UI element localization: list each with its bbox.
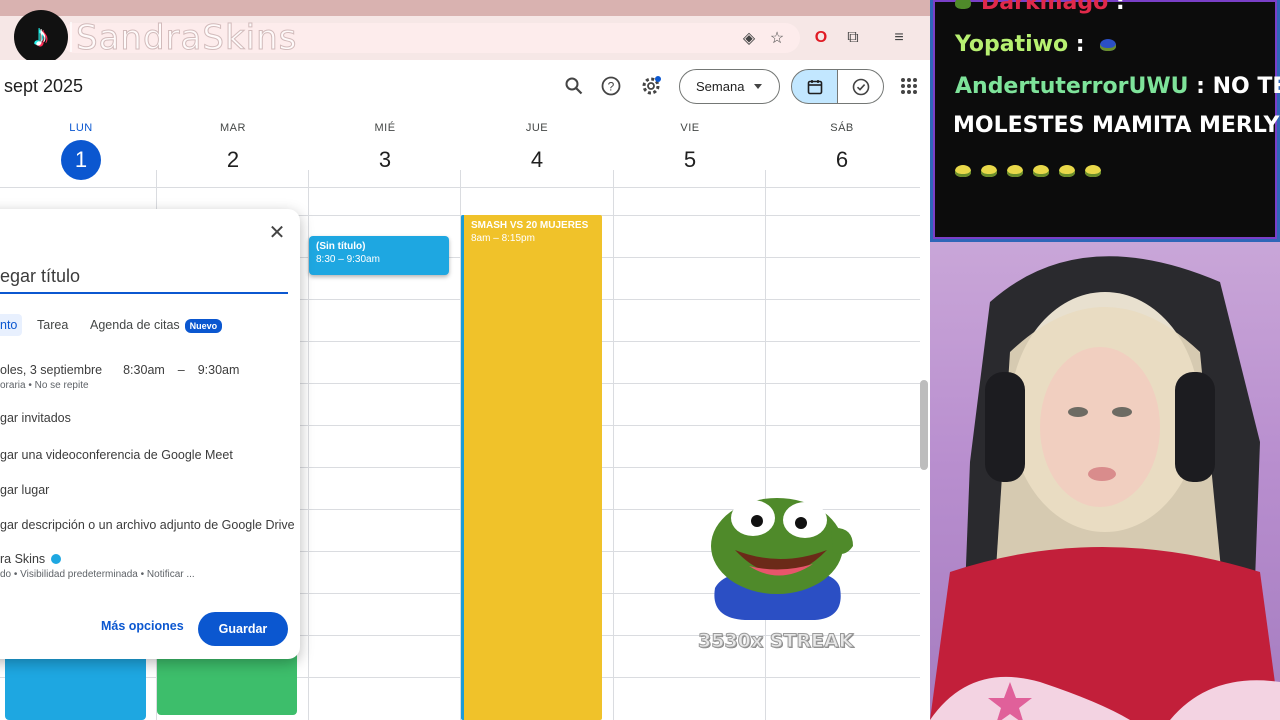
- day-name: SÁB: [830, 122, 854, 134]
- calendar-owner-name: ra Skins: [0, 552, 46, 566]
- chat-message: AndertuterrorUWU : NO TE: [955, 74, 1280, 99]
- current-period: sept 2025: [4, 76, 84, 96]
- chat-message-text: MOLESTES MAMITA MERLY: [953, 113, 1280, 138]
- event-sin-titulo[interactable]: (Sin título) 8:30 – 9:30am: [309, 236, 449, 275]
- new-badge: Nuevo: [184, 319, 223, 333]
- extensions-icon[interactable]: ⧉: [842, 27, 864, 49]
- more-options-button[interactable]: Más opciones: [101, 619, 184, 633]
- stream-chat-panel: Darkmago : Yopatiwo : AndertuterrorUWU :…: [930, 0, 1280, 242]
- event-end: 9:30am: [197, 363, 240, 377]
- event-smash[interactable]: SMASH VS 20 MUJERES 8am – 8:15pm: [461, 215, 602, 720]
- svg-text:?: ?: [608, 80, 615, 94]
- streak-counter: 3530x STREAK: [697, 630, 854, 653]
- peepo-emote-icon: [711, 498, 853, 620]
- event-time: 8:30 – 9:30am: [316, 254, 380, 265]
- apps-grid-icon[interactable]: [901, 78, 917, 94]
- hour-line: [0, 187, 920, 188]
- opera-icon[interactable]: O: [810, 27, 832, 49]
- save-button[interactable]: Guardar: [198, 612, 288, 646]
- help-icon[interactable]: ?: [599, 74, 623, 98]
- streamer-webcam-image: [930, 256, 1280, 720]
- day-name: MIÉ: [374, 122, 396, 134]
- add-meet[interactable]: gar una videoconferencia de Google Meet: [0, 448, 233, 462]
- day-divider: [613, 170, 614, 720]
- tasks-view-toggle[interactable]: [837, 69, 884, 104]
- tab-task[interactable]: Tarea: [37, 314, 68, 336]
- calendar-view-toggle[interactable]: [791, 69, 838, 104]
- event-time: 8am – 8:15pm: [471, 233, 535, 244]
- chat-username: AndertuterrorUWU: [955, 74, 1189, 99]
- tab-appointments-label: Agenda de citas: [90, 318, 180, 332]
- event-date-time[interactable]: oles, 3 septiembre 8:30am – 9:30am: [0, 363, 239, 377]
- add-guests[interactable]: gar invitados: [0, 411, 71, 425]
- chat-emote-icon: [1007, 165, 1023, 177]
- settings-gear-icon[interactable]: [639, 74, 663, 98]
- day-name: LUN: [69, 122, 93, 134]
- chat-separator: :: [1108, 0, 1125, 15]
- day-name: MAR: [220, 122, 246, 134]
- close-icon[interactable]: ✕: [266, 222, 288, 244]
- webcam-feed: [930, 242, 1280, 720]
- tiktok-logo-icon: ♪: [14, 10, 68, 64]
- event-date: oles, 3 septiembre: [0, 363, 103, 377]
- day-name: JUE: [525, 122, 549, 134]
- event-start: 8:30am: [123, 363, 165, 377]
- tab-appointments[interactable]: Agenda de citas Nuevo: [90, 314, 223, 336]
- event-title: SMASH VS 20 MUJERES: [471, 220, 589, 231]
- calendar-owner[interactable]: ra Skins: [0, 552, 62, 566]
- title-input[interactable]: egar título: [0, 266, 288, 294]
- chat-emote-icon: [1033, 165, 1049, 177]
- chat-emote-row: [955, 158, 1111, 183]
- repeat-info: oraria • No se repite: [0, 380, 89, 391]
- event-title: (Sin título): [316, 241, 366, 252]
- grid-scrollbar[interactable]: [920, 380, 928, 470]
- tab-event[interactable]: nto: [0, 314, 22, 336]
- chat-message: Darkmago :: [955, 0, 1125, 15]
- chevron-down-icon: [754, 84, 763, 89]
- chat-emote-icon: [981, 165, 997, 177]
- add-location[interactable]: gar lugar: [0, 483, 49, 497]
- event-blue[interactable]: [5, 650, 146, 720]
- chat-message: Yopatiwo :: [955, 32, 1126, 57]
- chat-emote-icon: [1100, 39, 1117, 51]
- time-dash: –: [177, 363, 185, 377]
- view-selector[interactable]: Semana: [679, 69, 780, 104]
- calendar-icon: [807, 79, 822, 94]
- screen: ◈ ☆ O ⧉ ≡ ♪ SandraSkins sept 2025 ? Sema…: [0, 0, 1280, 720]
- search-icon[interactable]: [562, 74, 586, 98]
- media-controls-icon[interactable]: ≡: [888, 27, 910, 49]
- chat-username: Yopatiwo: [955, 32, 1069, 57]
- chat-username: Darkmago: [981, 0, 1109, 15]
- view-selector-label: Semana: [696, 79, 745, 94]
- bookmark-star-icon[interactable]: ☆: [766, 27, 788, 49]
- calendar-color-dot: [51, 554, 62, 564]
- chat-separator: :: [1068, 32, 1085, 57]
- chat-badge-icon: [955, 0, 971, 9]
- chat-emote-icon: [1085, 165, 1101, 177]
- tab-strip: [0, 0, 930, 16]
- day-name: VIE: [680, 122, 700, 134]
- chat-emote-icon: [1059, 165, 1075, 177]
- chat-separator: :: [1188, 74, 1213, 99]
- task-check-icon: [852, 78, 869, 95]
- streamer-handle: SandraSkins: [69, 18, 298, 59]
- chat-emote-icon: [955, 165, 971, 177]
- visibility-info: do • Visibilidad predeterminada • Notifi…: [0, 569, 195, 580]
- tracking-protection-icon[interactable]: ◈: [738, 27, 760, 49]
- add-description[interactable]: gar descripción o un archivo adjunto de …: [0, 518, 295, 532]
- chat-message-text: NO TE: [1212, 74, 1280, 99]
